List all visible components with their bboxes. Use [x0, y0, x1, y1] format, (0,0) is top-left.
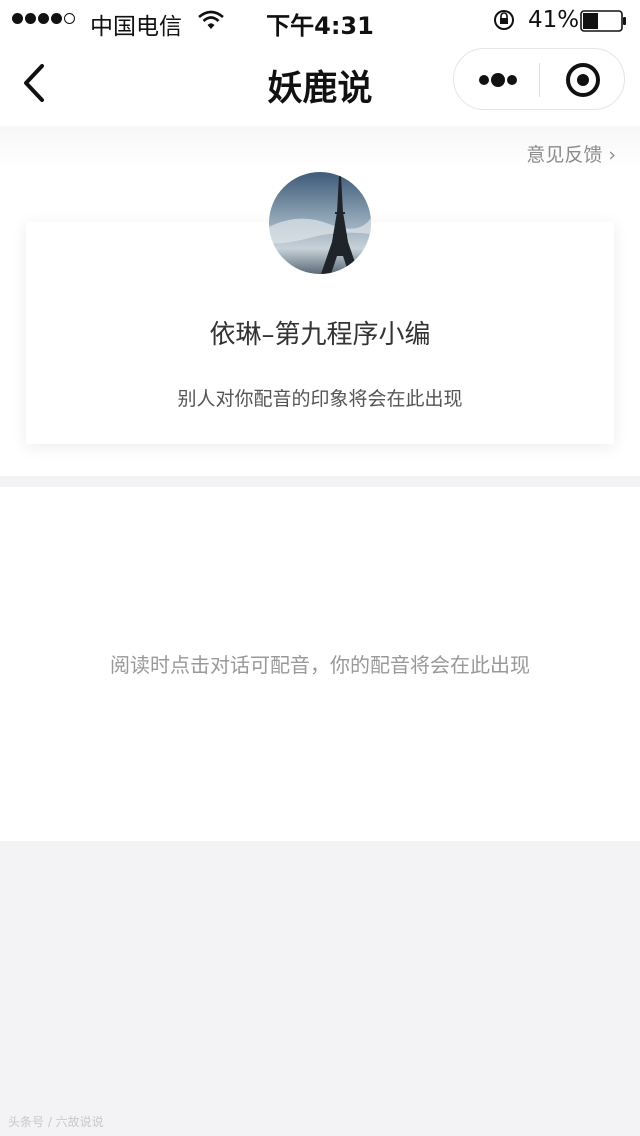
more-dots-icon	[479, 73, 517, 87]
status-bar: 中国电信 下午4:31 41%	[0, 0, 640, 40]
profile-name: 依琳–第九程序小编	[209, 320, 431, 350]
dubbing-empty-message: 阅读时点击对话可配音，你的配音将会在此出现	[110, 653, 530, 677]
feedback-link[interactable]: 意见反馈 ›	[526, 140, 616, 167]
avatar[interactable]	[269, 172, 371, 274]
more-button[interactable]	[454, 49, 540, 109]
profile-section: 意见反馈 › 依琳–第九程序小编 别人对你配音的印象将会在此出现	[0, 126, 640, 476]
rotation-lock-icon	[491, 9, 517, 35]
impression-placeholder: 别人对你配音的印象将会在此出现	[177, 388, 463, 410]
nav-bar: 妖鹿说	[0, 40, 640, 126]
mini-program-capsule	[453, 48, 625, 110]
dubbing-section: 阅读时点击对话可配音，你的配音将会在此出现	[0, 487, 640, 841]
watermark: 头条号 / 六故说说	[8, 1115, 104, 1129]
battery-percentage: 41%	[528, 7, 580, 33]
close-button[interactable]	[540, 49, 624, 109]
battery-icon	[580, 10, 628, 36]
target-close-icon	[566, 63, 600, 97]
